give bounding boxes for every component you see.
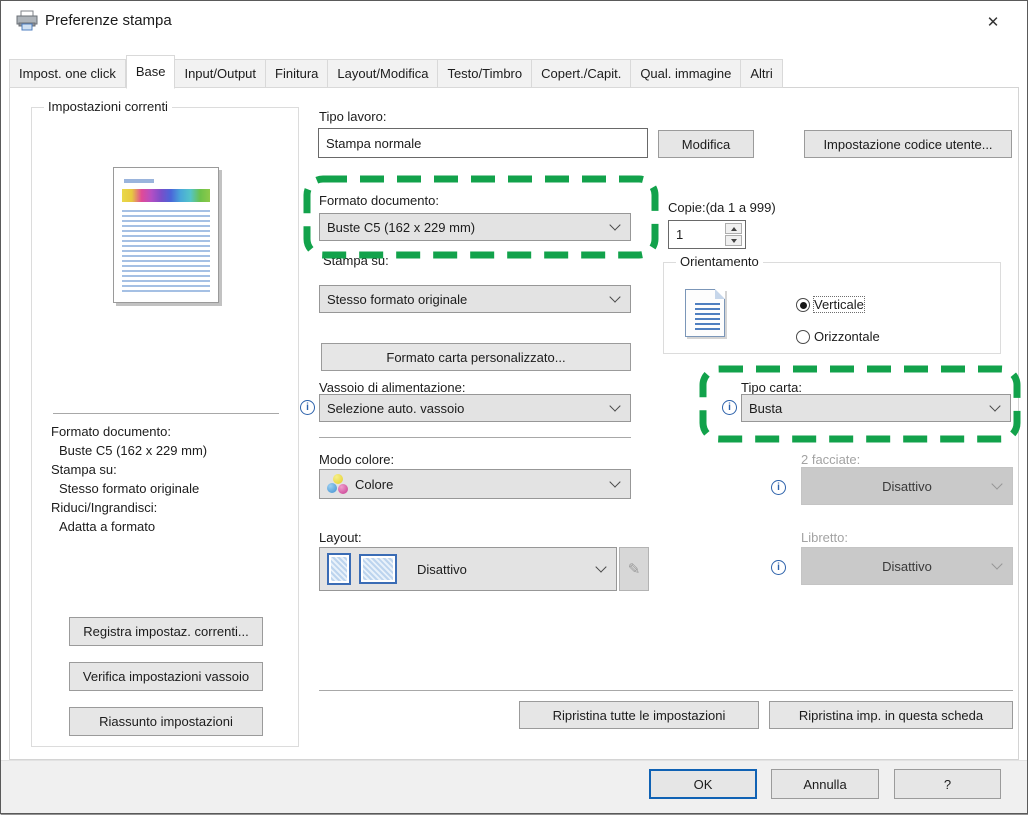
orientation-title: Orientamento	[676, 254, 763, 269]
register-settings-button[interactable]: Registra impostaz. correnti...	[69, 617, 263, 646]
booklet-label: Libretto:	[801, 530, 848, 545]
summary-print-on-label: Stampa su:	[51, 462, 117, 477]
color-mode-value: Colore	[355, 477, 393, 492]
copies-label: Copie:(da 1 a 999)	[668, 200, 776, 215]
input-tray-value: Selezione auto. vassoio	[327, 401, 464, 416]
copies-value: 1	[676, 227, 683, 242]
chevron-down-icon	[991, 558, 1002, 569]
print-on-label: Stampa su:	[323, 253, 389, 268]
booklet-select: Disattivo	[801, 547, 1013, 585]
job-type-label: Tipo lavoro:	[319, 109, 386, 124]
color-balls-icon	[327, 474, 349, 494]
settings-summary-button[interactable]: Riassunto impostazioni	[69, 707, 263, 736]
tab-strip: Impost. one click Base Input/Output Fini…	[9, 55, 783, 88]
spin-down-icon	[731, 239, 737, 243]
tab-qual-immagine[interactable]: Qual. immagine	[631, 59, 741, 88]
paper-type-select[interactable]: Busta	[741, 394, 1011, 422]
verify-tray-settings-button[interactable]: Verifica impostazioni vassoio	[69, 662, 263, 691]
orientation-portrait-label[interactable]: Verticale	[814, 297, 864, 312]
page-fold-corner	[715, 289, 725, 299]
spin-up-button[interactable]	[725, 223, 742, 234]
paper-type-label: Tipo carta:	[741, 380, 802, 395]
input-tray-label: Vassoio di alimentazione:	[319, 380, 465, 395]
layout-landscape-icon	[359, 554, 397, 584]
print-preferences-dialog: Preferenze stampa ✕ Impost. one click Ba…	[0, 0, 1028, 814]
paper-type-value: Busta	[749, 401, 782, 416]
chevron-down-icon	[609, 219, 620, 230]
title-bar: Preferenze stampa ✕	[1, 1, 1027, 41]
document-format-select[interactable]: Buste C5 (162 x 229 mm)	[319, 213, 631, 241]
print-on-value: Stesso formato originale	[327, 292, 467, 307]
print-on-select[interactable]: Stesso formato originale	[319, 285, 631, 313]
orientation-landscape-radio[interactable]	[796, 330, 810, 344]
printer-icon	[15, 10, 39, 35]
page-lines	[695, 303, 720, 331]
input-tray-select[interactable]: Selezione auto. vassoio	[319, 394, 631, 422]
layout-edit-button: ✎	[619, 547, 649, 591]
chevron-down-icon	[991, 478, 1002, 489]
preview-rainbow-band	[122, 189, 210, 202]
left-panel-divider	[53, 413, 279, 414]
summary-doc-format-label: Formato documento:	[51, 424, 171, 439]
summary-doc-format-value: Buste C5 (162 x 229 mm)	[59, 443, 207, 458]
layout-value: Disattivo	[417, 562, 467, 577]
chevron-down-icon	[609, 291, 620, 302]
chevron-down-icon	[989, 400, 1000, 411]
document-format-value: Buste C5 (162 x 229 mm)	[327, 220, 475, 235]
reset-tab-settings-button[interactable]: Ripristina imp. in questa scheda	[769, 701, 1013, 729]
layout-label: Layout:	[319, 530, 362, 545]
job-type-value: Stampa normale	[326, 136, 421, 151]
tab-impost-one-click[interactable]: Impost. one click	[9, 59, 126, 88]
chevron-down-icon	[595, 561, 606, 572]
spin-up-icon	[731, 227, 737, 231]
preview-text-lines	[122, 210, 210, 295]
window-title: Preferenze stampa	[45, 12, 172, 29]
color-mode-label: Modo colore:	[319, 452, 394, 467]
color-section-divider	[319, 437, 631, 438]
close-icon[interactable]: ✕	[971, 7, 1015, 37]
color-mode-select[interactable]: Colore	[319, 469, 631, 499]
document-preview	[113, 167, 219, 303]
copies-stepper[interactable]: 1	[668, 220, 746, 249]
help-button[interactable]: ?	[894, 769, 1001, 799]
two-sided-select: Disattivo	[801, 467, 1013, 505]
job-type-input[interactable]: Stampa normale	[318, 128, 648, 158]
tab-base[interactable]: Base	[126, 55, 176, 89]
two-sided-label: 2 facciate:	[801, 452, 860, 467]
tab-testo-timbro[interactable]: Testo/Timbro	[438, 59, 532, 88]
summary-scaling-value: Adatta a formato	[59, 519, 155, 534]
pencil-icon: ✎	[628, 560, 641, 578]
portrait-page-icon	[685, 289, 725, 337]
chevron-down-icon	[609, 400, 620, 411]
reset-all-settings-button[interactable]: Ripristina tutte le impostazioni	[519, 701, 759, 729]
tab-finitura[interactable]: Finitura	[266, 59, 328, 88]
tab-layout-modifica[interactable]: Layout/Modifica	[328, 59, 438, 88]
summary-scaling-label: Riduci/Ingrandisci:	[51, 500, 157, 515]
chevron-down-icon	[609, 476, 620, 487]
custom-paper-size-button[interactable]: Formato carta personalizzato...	[321, 343, 631, 371]
layout-portrait-icon	[327, 553, 351, 585]
info-icon[interactable]: i	[300, 400, 315, 415]
two-sided-value: Disattivo	[882, 479, 932, 494]
preview-title-line	[124, 179, 154, 183]
document-format-label: Formato documento:	[319, 193, 439, 208]
info-icon[interactable]: i	[771, 480, 786, 495]
user-code-settings-button[interactable]: Impostazione codice utente...	[804, 130, 1012, 158]
current-settings-title: Impostazioni correnti	[44, 99, 172, 114]
tab-copert-capit[interactable]: Copert./Capit.	[532, 59, 631, 88]
tab-input-output[interactable]: Input/Output	[175, 59, 266, 88]
layout-select[interactable]: Disattivo	[319, 547, 617, 591]
info-icon[interactable]: i	[771, 560, 786, 575]
orientation-portrait-radio[interactable]	[796, 298, 810, 312]
orientation-landscape-label[interactable]: Orizzontale	[814, 329, 880, 344]
reset-section-divider	[319, 690, 1013, 691]
summary-print-on-value: Stesso formato originale	[59, 481, 199, 496]
modify-button[interactable]: Modifica	[658, 130, 754, 158]
cancel-button[interactable]: Annulla	[771, 769, 879, 799]
booklet-value: Disattivo	[882, 559, 932, 574]
tab-altri[interactable]: Altri	[741, 59, 782, 88]
ok-button[interactable]: OK	[649, 769, 757, 799]
spin-down-button[interactable]	[725, 235, 742, 246]
info-icon[interactable]: i	[722, 400, 737, 415]
